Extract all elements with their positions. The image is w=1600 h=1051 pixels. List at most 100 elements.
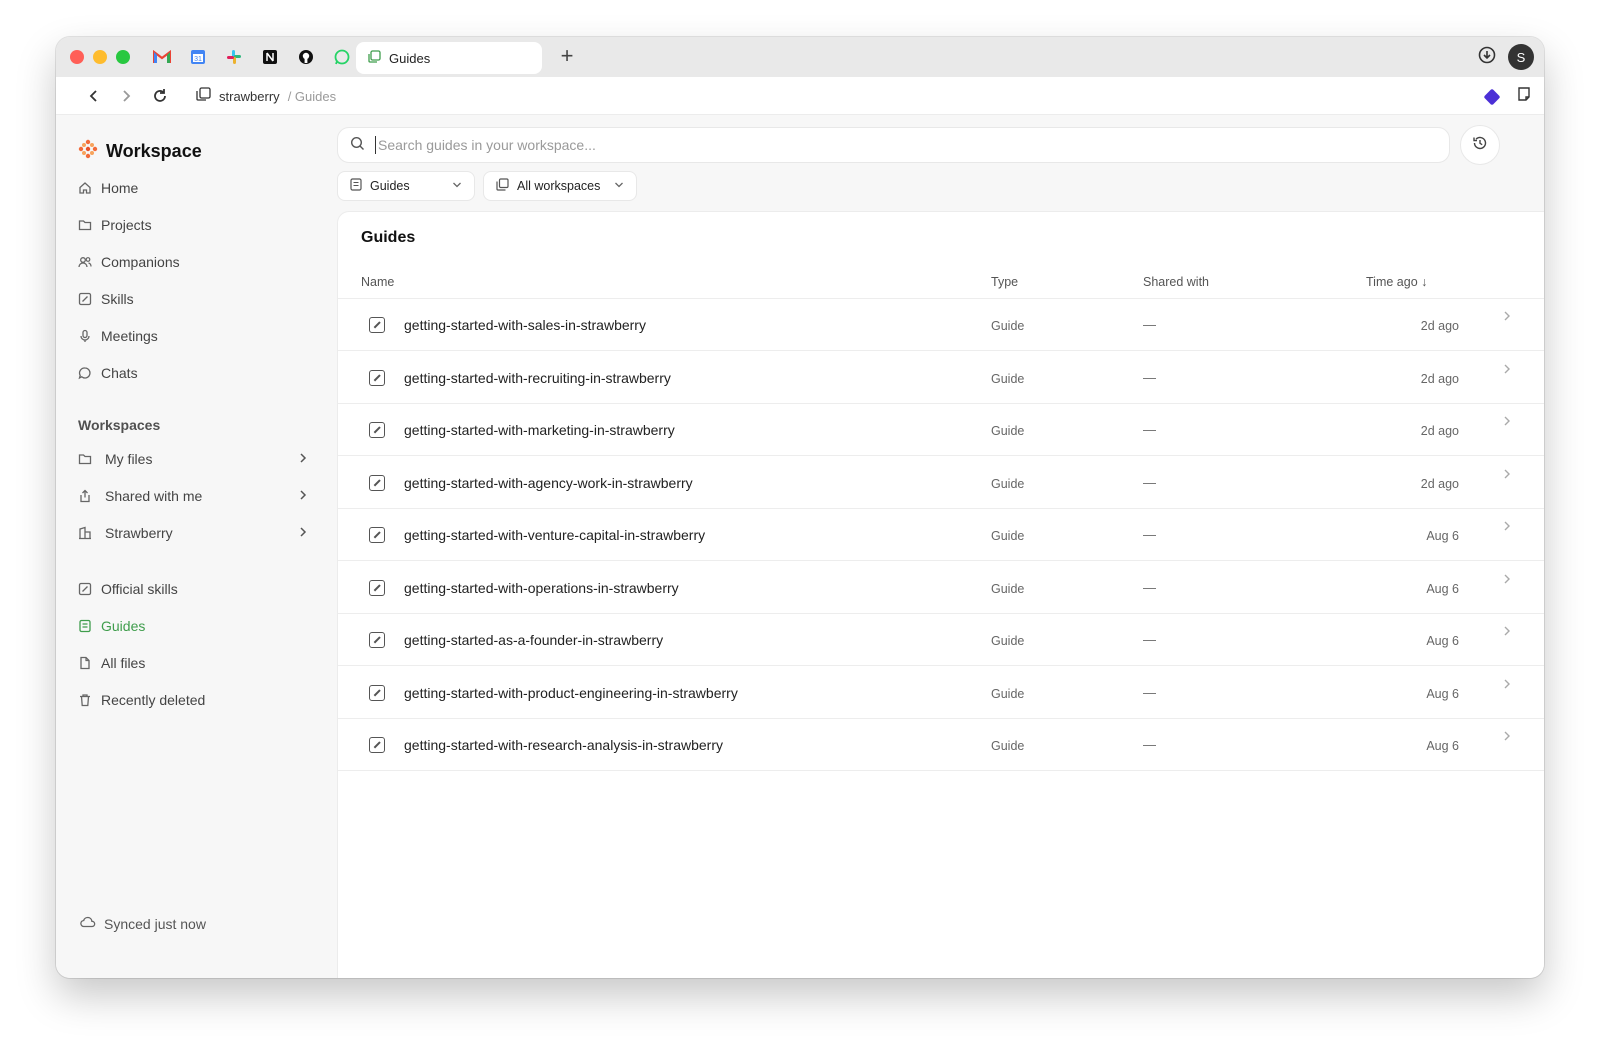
table-row[interactable]: getting-started-as-a-founder-in-strawber… [338, 614, 1544, 666]
guides-tab-icon [368, 50, 381, 66]
search-placeholder: Search guides in your workspace... [378, 137, 596, 153]
close-window-button[interactable] [70, 50, 84, 64]
chevron-left-icon [89, 90, 97, 102]
chevron-right-icon[interactable] [1502, 309, 1512, 325]
guide-name[interactable]: getting-started-with-product-engineering… [404, 685, 738, 701]
guide-shared-with: — [1143, 369, 1156, 385]
share-icon [78, 489, 92, 503]
sidebar-item-projects[interactable]: Projects [78, 212, 152, 238]
chevron-right-icon[interactable] [1502, 677, 1512, 693]
download-icon[interactable] [1478, 46, 1496, 69]
workspace-filter-dropdown[interactable]: All workspaces [483, 171, 637, 201]
extension-diamond-icon[interactable] [1483, 88, 1501, 105]
search-input[interactable]: Search guides in your workspace... [337, 127, 1450, 163]
chevron-right-icon[interactable] [1502, 362, 1512, 378]
table-row[interactable]: getting-started-with-research-analysis-i… [338, 719, 1544, 771]
table-row[interactable]: getting-started-with-agency-work-in-stra… [338, 457, 1544, 509]
sidebar-item-recently-deleted[interactable]: Recently deleted [78, 687, 205, 713]
column-header-name[interactable]: Name [361, 275, 394, 289]
chevron-right-icon[interactable] [1502, 624, 1512, 640]
new-tab-button[interactable]: + [556, 45, 578, 68]
guide-file-icon [369, 317, 385, 333]
url-display[interactable]: strawberry / Guides [196, 87, 336, 105]
tab-strip: 31 Guides + S [56, 37, 1544, 77]
chevron-right-icon[interactable] [1502, 519, 1512, 535]
avatar[interactable]: S [1508, 44, 1534, 70]
guide-name[interactable]: getting-started-with-operations-in-straw… [404, 580, 679, 596]
guide-name[interactable]: getting-started-with-agency-work-in-stra… [404, 475, 693, 491]
sidebar-item-official-skills[interactable]: Official skills [78, 576, 178, 602]
column-header-shared[interactable]: Shared with [1143, 275, 1209, 289]
table-row[interactable]: getting-started-with-operations-in-straw… [338, 562, 1544, 614]
forward-button[interactable] [116, 86, 136, 106]
maximize-window-button[interactable] [116, 50, 130, 64]
chevron-right-icon[interactable] [298, 488, 308, 504]
chevron-right-icon[interactable] [1502, 572, 1512, 588]
table-row[interactable]: getting-started-with-sales-in-strawberry… [338, 299, 1544, 351]
guide-type: Guide [991, 634, 1025, 648]
pinned-tab-slack[interactable] [216, 43, 252, 71]
guides-panel: Guides Name Type Shared with Time ago ↓ … [337, 211, 1544, 978]
sidebar-item-companions[interactable]: Companions [78, 249, 180, 275]
guide-time-ago: 2d ago [1420, 424, 1459, 438]
guide-name[interactable]: getting-started-as-a-founder-in-strawber… [404, 632, 663, 648]
guide-name[interactable]: getting-started-with-research-analysis-i… [404, 737, 723, 753]
chevron-right-icon[interactable] [1502, 414, 1512, 430]
reload-button[interactable] [150, 86, 170, 106]
chevron-right-icon[interactable] [298, 451, 308, 467]
guide-time-ago: Aug 6 [1426, 529, 1459, 543]
guide-name[interactable]: getting-started-with-venture-capital-in-… [404, 527, 705, 543]
sidebar-item-strawberry[interactable]: Strawberry [78, 520, 308, 546]
sidebar-item-meetings[interactable]: Meetings [78, 323, 158, 349]
sidebar-item-my-files[interactable]: My files [78, 446, 308, 472]
sidebar-item-skills[interactable]: Skills [78, 286, 134, 312]
guide-type: Guide [991, 371, 1025, 386]
sidebar-item-shared-with-me[interactable]: Shared with me [78, 483, 308, 509]
slack-icon [225, 48, 243, 66]
guide-time-ago: 2d ago [1420, 371, 1459, 386]
notes-icon[interactable] [1516, 86, 1532, 107]
guide-name[interactable]: getting-started-with-recruiting-in-straw… [404, 370, 671, 386]
table-row[interactable]: getting-started-with-recruiting-in-straw… [338, 352, 1544, 404]
sidebar-item-label: Strawberry [105, 525, 173, 541]
guide-file-icon [369, 422, 385, 438]
chevron-right-icon[interactable] [1502, 467, 1512, 483]
guide-type: Guide [991, 686, 1025, 701]
guide-type: Guide [991, 319, 1025, 333]
pinned-tab-whatsapp[interactable] [324, 43, 360, 71]
sidebar-item-guides[interactable]: Guides [78, 613, 145, 639]
whatsapp-icon [333, 48, 351, 66]
column-header-type[interactable]: Type [991, 275, 1018, 289]
guide-type: Guide [991, 739, 1025, 753]
table-row[interactable]: getting-started-with-product-engineering… [338, 667, 1544, 719]
pinned-tab-github[interactable] [288, 43, 324, 71]
sidebar-item-chats[interactable]: Chats [78, 360, 138, 386]
sidebar-item-all-files[interactable]: All files [78, 650, 145, 676]
chevron-right-icon[interactable] [298, 525, 308, 541]
guide-shared-with: — [1143, 317, 1156, 332]
tab-guides[interactable]: Guides [356, 42, 542, 74]
guide-name[interactable]: getting-started-with-marketing-in-strawb… [404, 422, 675, 438]
table-row[interactable]: getting-started-with-venture-capital-in-… [338, 509, 1544, 561]
pinned-tab-gmail[interactable] [144, 43, 180, 71]
chevron-right-icon[interactable] [1502, 729, 1512, 745]
building-icon [78, 526, 92, 540]
browser-window: 31 Guides + S strawberry / Guides Worksp… [56, 37, 1544, 978]
type-filter-dropdown[interactable]: Guides [337, 171, 475, 201]
sidebar-item-label: Official skills [101, 581, 178, 597]
column-header-time[interactable]: Time ago ↓ [1366, 275, 1427, 289]
svg-text:31: 31 [194, 56, 202, 63]
guide-name[interactable]: getting-started-with-sales-in-strawberry [404, 317, 646, 333]
pinned-tab-notion[interactable] [252, 43, 288, 71]
guide-time-ago: Aug 6 [1426, 634, 1459, 648]
github-icon [297, 48, 315, 66]
minimize-window-button[interactable] [93, 50, 107, 64]
history-button[interactable] [1460, 125, 1500, 165]
address-bar: strawberry / Guides [56, 77, 1544, 115]
pinned-tab-calendar[interactable]: 31 [180, 43, 216, 71]
back-button[interactable] [84, 86, 104, 106]
url-path: / Guides [287, 88, 337, 104]
workspace-brand[interactable]: Workspace [78, 139, 202, 164]
sidebar-item-home[interactable]: Home [78, 175, 138, 201]
table-row[interactable]: getting-started-with-marketing-in-strawb… [338, 404, 1544, 456]
